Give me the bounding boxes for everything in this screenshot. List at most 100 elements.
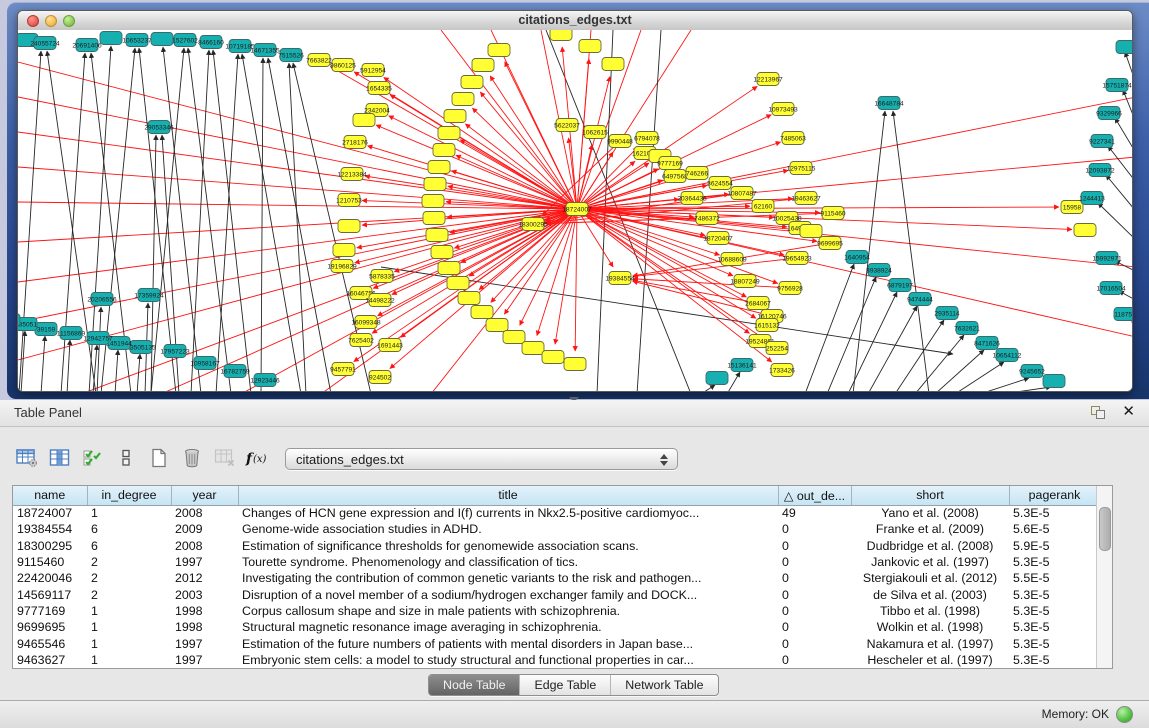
tab-node-table[interactable]: Node Table	[429, 675, 520, 695]
graph-node[interactable]	[472, 59, 494, 72]
graph-node[interactable]	[579, 40, 601, 53]
table-row[interactable]: 1938455462009Genome-wide association stu…	[13, 521, 1100, 537]
graph-node-label: 1733426	[769, 367, 795, 374]
graph-node[interactable]	[486, 319, 508, 332]
table-cell: 5.5E-5	[1009, 570, 1100, 586]
table-source-dropdown[interactable]: citations_edges.txt	[285, 448, 678, 470]
graph-node[interactable]	[426, 229, 448, 242]
function-builder-button[interactable]: f(x)	[243, 446, 273, 472]
memory-status-icon[interactable]	[1116, 706, 1133, 723]
graph-node-label: 8471626	[974, 340, 1000, 347]
graph-node[interactable]	[706, 372, 728, 385]
graph-node-label: 585051	[18, 321, 37, 328]
network-window-titlebar[interactable]: citations_edges.txt	[18, 11, 1132, 31]
graph-node[interactable]	[338, 220, 360, 233]
graph-node[interactable]	[800, 225, 822, 238]
graph-node-label: 1244413	[1079, 195, 1105, 202]
graph-node[interactable]	[428, 161, 450, 174]
table-cell: 2	[87, 554, 171, 570]
column-visibility-button[interactable]	[45, 446, 75, 472]
graph-node[interactable]	[1074, 224, 1096, 237]
graph-node[interactable]	[564, 358, 586, 371]
table-row[interactable]: 946362711997Embryonic stem cells: a mode…	[13, 652, 1100, 668]
new-file-button[interactable]	[144, 446, 174, 472]
graph-node[interactable]	[522, 342, 544, 355]
graph-node-label: 6794078	[634, 135, 660, 142]
table-row[interactable]: 969969511998Structural magnetic resonanc…	[13, 619, 1100, 635]
close-panel-icon[interactable]: ✕	[1122, 403, 1135, 421]
graph-node[interactable]	[452, 93, 474, 106]
table-row[interactable]: 1830029562008Estimation of significance …	[13, 538, 1100, 554]
network-canvas[interactable]: 1872400724055724206914061065323715276028…	[18, 30, 1133, 392]
table-cell: 2003	[171, 586, 238, 602]
row-checklist-button[interactable]	[78, 446, 108, 472]
graph-node-label: 9860125	[330, 62, 356, 69]
graph-node[interactable]	[423, 212, 445, 225]
table-cell: 9463627	[13, 652, 87, 668]
table-scrollbar[interactable]	[1096, 486, 1112, 668]
graph-node-label: 10807487	[727, 190, 757, 197]
graph-node[interactable]	[503, 331, 525, 344]
graph-node[interactable]	[438, 127, 460, 140]
graph-node[interactable]	[461, 76, 483, 89]
table-cell: 18300295	[13, 538, 87, 554]
graph-node[interactable]	[550, 30, 572, 41]
network-view-frame: citations_edges.txt 18724007240557242069…	[7, 2, 1149, 399]
graph-node[interactable]	[444, 110, 466, 123]
graph-node[interactable]	[18, 314, 20, 327]
graph-node-label: 9329966	[1096, 110, 1122, 117]
table-row[interactable]: 1456911722003Disruption of a novel membe…	[13, 586, 1100, 602]
column-header-short[interactable]: short	[851, 486, 1009, 505]
graph-node-label: 15136141	[727, 362, 757, 369]
merge-columns-button[interactable]	[111, 446, 141, 472]
table-cell: Franke et al. (2009)	[851, 521, 1009, 537]
graph-node[interactable]	[151, 33, 173, 46]
table-row[interactable]: 911546021997Tourette syndrome. Phenomeno…	[13, 554, 1100, 570]
column-header-name[interactable]: name	[13, 486, 87, 505]
graph-node[interactable]	[333, 244, 355, 257]
tab-edge-table[interactable]: Edge Table	[520, 675, 611, 695]
table-cell: 5.3E-5	[1009, 554, 1100, 570]
column-header-title[interactable]: title	[238, 486, 778, 505]
graph-node[interactable]	[438, 262, 460, 275]
table-cell: Investigating the contribution of common…	[238, 570, 778, 586]
graph-node[interactable]	[488, 44, 510, 57]
graph-node-label: 12213384	[337, 171, 367, 178]
table-scrollbar-thumb[interactable]	[1099, 507, 1111, 551]
graph-node[interactable]	[431, 246, 453, 259]
table-row[interactable]: 977716911998Corpus callosum shape and si…	[13, 603, 1100, 619]
table-row[interactable]: 946554611997Estimation of the future num…	[13, 635, 1100, 651]
tab-network-table[interactable]: Network Table	[611, 675, 717, 695]
graph-node[interactable]	[433, 144, 455, 157]
graph-node[interactable]	[424, 178, 446, 191]
delete-table-button[interactable]	[177, 446, 207, 472]
node-table: namein_degreeyeartitle△ out_de...shortpa…	[12, 485, 1113, 669]
graph-node[interactable]	[422, 195, 444, 208]
column-header-pagerank[interactable]: pagerank	[1009, 486, 1100, 505]
graph-node-label: 20364436	[677, 195, 707, 202]
graph-node[interactable]	[471, 306, 493, 319]
column-header-in_degree[interactable]: in_degree	[87, 486, 171, 505]
graph-node[interactable]	[542, 351, 564, 364]
column-header-out_de[interactable]: △ out_de...	[778, 486, 851, 505]
graph-node[interactable]	[458, 292, 480, 305]
graph-node[interactable]	[447, 277, 469, 290]
graph-node[interactable]	[353, 114, 375, 127]
graph-node-label: 7625402	[348, 337, 374, 344]
graph-node-label: 8466160	[198, 39, 224, 46]
column-header-year[interactable]: year	[171, 486, 238, 505]
table-row[interactable]: 1872400712008Changes of HCN gene express…	[13, 505, 1100, 521]
table-cell: 1	[87, 619, 171, 635]
graph-node[interactable]	[1043, 375, 1065, 388]
table-mode-button[interactable]	[12, 446, 42, 472]
float-panel-icon[interactable]	[1091, 406, 1105, 419]
table-cell: 6	[87, 538, 171, 554]
graph-node[interactable]	[1116, 41, 1133, 54]
graph-node[interactable]	[602, 58, 624, 71]
table-cell: Wolkin et al. (1998)	[851, 619, 1009, 635]
graph-node[interactable]	[100, 32, 122, 45]
table-row[interactable]: 2242004622012Investigating the contribut…	[13, 570, 1100, 586]
table-cell: 6	[87, 521, 171, 537]
table-cell: 5.3E-5	[1009, 586, 1100, 602]
table-cell: 5.3E-5	[1009, 603, 1100, 619]
